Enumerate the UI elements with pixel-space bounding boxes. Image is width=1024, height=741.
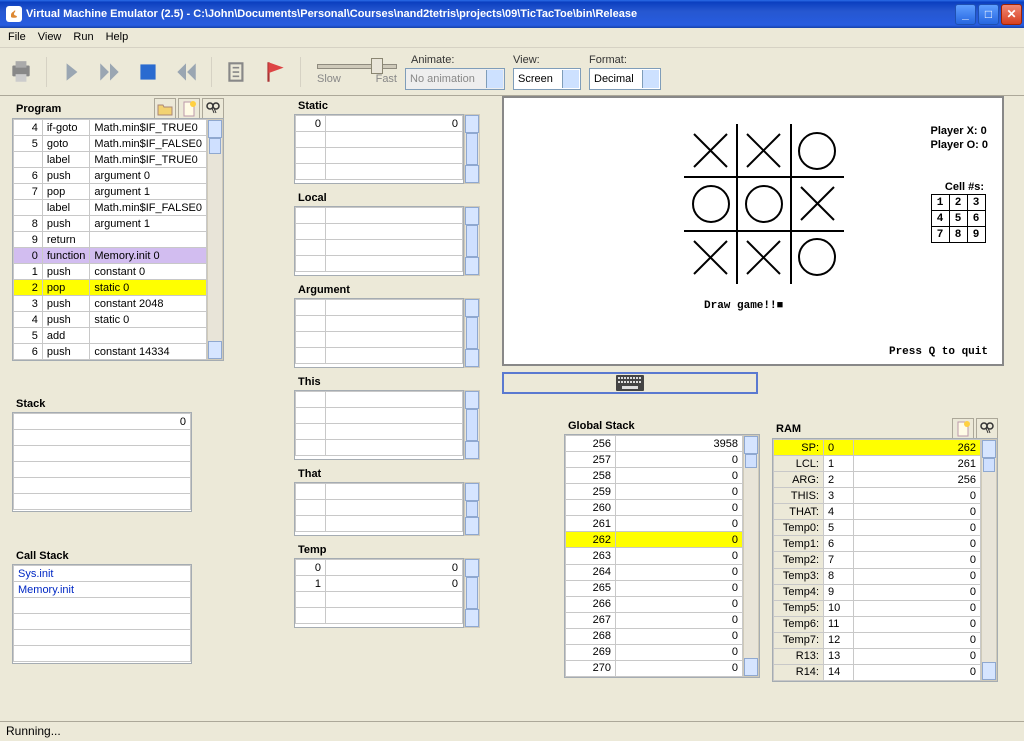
toolbar: SlowFast Animate: No animation View: Scr… <box>0 48 1024 96</box>
new-file-button[interactable] <box>952 418 974 440</box>
quit-message: Press Q to quit <box>889 346 988 358</box>
menu-view[interactable]: View <box>38 31 62 44</box>
animate-label: Animate: <box>411 54 505 66</box>
speed-slider[interactable]: SlowFast <box>317 58 397 85</box>
keyboard-input[interactable] <box>502 372 758 394</box>
globalstack-title: Global Stack <box>564 418 760 434</box>
script-button[interactable] <box>222 57 252 87</box>
step-button[interactable] <box>57 57 87 87</box>
draw-message: Draw game!!■ <box>704 300 783 312</box>
stack-title: Stack <box>12 396 192 412</box>
java-icon <box>6 6 22 22</box>
open-file-button[interactable] <box>154 98 176 120</box>
view-dropdown[interactable]: Screen <box>513 68 581 90</box>
callstack-title: Call Stack <box>12 548 192 564</box>
find-button[interactable] <box>202 98 224 120</box>
program-title: Program <box>12 101 65 117</box>
status-bar: Running... <box>0 721 1024 741</box>
menu-run[interactable]: Run <box>73 31 93 44</box>
minimize-button[interactable]: _ <box>955 4 976 25</box>
globalstack-grid: 2563958257025802590260026102620263026402… <box>564 434 760 678</box>
screen-panel: Player X: 0 Player O: 0 Cell #s: 1234567… <box>502 96 1004 366</box>
new-file-button[interactable] <box>178 98 200 120</box>
stack-grid: 0 <box>12 412 192 512</box>
tictactoe-board <box>684 124 844 287</box>
print-button[interactable] <box>6 57 36 87</box>
scrollbar[interactable] <box>981 439 997 681</box>
format-label: Format: <box>589 54 661 66</box>
menu-help[interactable]: Help <box>106 31 129 44</box>
animate-dropdown[interactable]: No animation <box>405 68 505 90</box>
stop-button[interactable] <box>133 57 163 87</box>
titlebar: Virtual Machine Emulator (2.5) - C:\John… <box>0 0 1024 28</box>
maximize-button[interactable]: □ <box>978 4 999 25</box>
rewind-button[interactable] <box>171 57 201 87</box>
scrollbar[interactable] <box>743 435 759 677</box>
callstack-grid: Sys.initMemory.init <box>12 564 192 664</box>
ram-grid: SP:0262LCL:1261ARG:2256THIS:30THAT:40Tem… <box>772 438 998 682</box>
flag-button[interactable] <box>260 57 290 87</box>
scrollbar[interactable] <box>207 119 223 360</box>
menu-file[interactable]: File <box>8 31 26 44</box>
find-button[interactable] <box>976 418 998 440</box>
window-title: Virtual Machine Emulator (2.5) - C:\John… <box>26 8 955 20</box>
close-button[interactable]: ✕ <box>1001 4 1022 25</box>
fastforward-button[interactable] <box>95 57 125 87</box>
menubar: File View Run Help <box>0 28 1024 48</box>
score-text: Player X: 0 Player O: 0 Cell #s: 1234567… <box>931 124 988 247</box>
format-dropdown[interactable]: Decimal <box>589 68 661 90</box>
view-label: View: <box>513 54 581 66</box>
program-grid[interactable]: 4if-gotoMath.min$IF_TRUE05gotoMath.min$I… <box>12 118 224 361</box>
ram-title: RAM <box>772 421 805 437</box>
